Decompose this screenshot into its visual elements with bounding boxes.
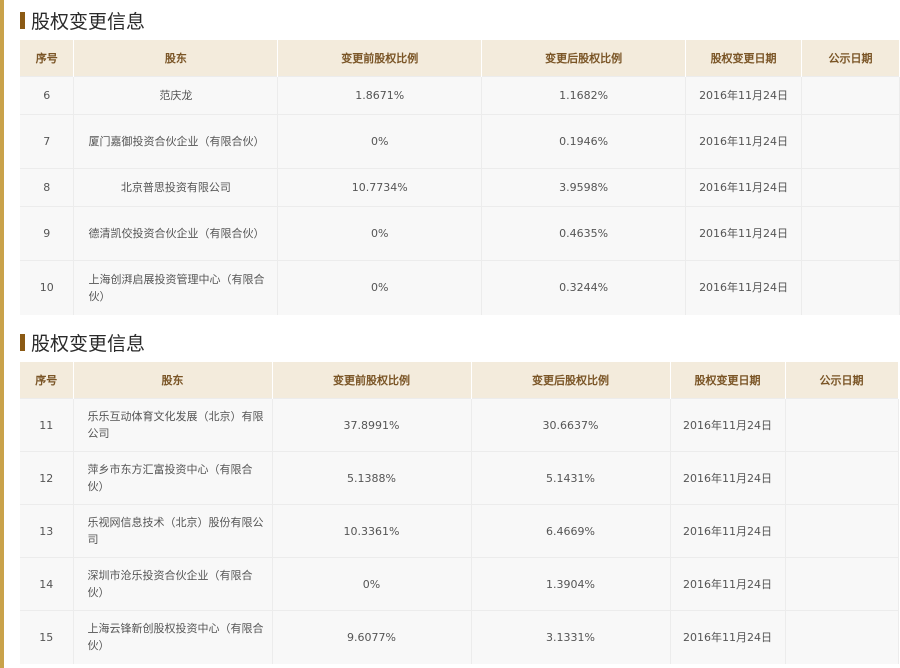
cell-index: 15 [20,610,74,664]
equity-change-table: 序号 股东 变更前股权比例 变更后股权比例 股权变更日期 公示日期 6 范庆龙 … [20,40,900,315]
cell-index: 7 [20,114,75,169]
cell-ratio-before: 0% [277,114,483,169]
cell-shareholder: 上海创湃启展投资管理中心（有限合伙） [73,260,279,315]
col-header-change-date: 股权变更日期 [670,362,786,399]
cell-publish-date [785,610,899,664]
cell-ratio-after: 0.3244% [481,260,687,315]
cell-publish-date [801,168,900,207]
cell-change-date: 2016年11月24日 [685,260,803,315]
col-header-ratio-before: 变更前股权比例 [272,362,472,399]
cell-shareholder: 范庆龙 [73,76,279,115]
cell-ratio-before: 37.8991% [272,398,472,452]
cell-shareholder: 萍乡市东方汇富投资中心（有限合伙） [73,451,273,505]
cell-change-date: 2016年11月24日 [685,168,803,207]
cell-ratio-before: 0% [277,206,483,261]
section-title: 股权变更信息 [20,322,899,362]
cell-publish-date [785,398,899,452]
col-header-index: 序号 [20,40,75,77]
cell-ratio-before: 5.1388% [272,451,472,505]
cell-ratio-after: 1.1682% [481,76,687,115]
col-header-shareholder: 股东 [73,40,279,77]
cell-ratio-before: 0% [272,557,472,611]
table-row: 8 北京普思投资有限公司 10.7734% 3.9598% 2016年11月24… [20,168,900,207]
cell-change-date: 2016年11月24日 [685,206,803,261]
cell-ratio-after: 0.4635% [481,206,687,261]
cell-shareholder: 乐视网信息技术（北京）股份有限公司 [73,504,273,558]
table-row: 15 上海云锋新创股权投资中心（有限合伙） 9.6077% 3.1331% 20… [20,610,899,664]
cell-change-date: 2016年11月24日 [670,557,786,611]
col-header-ratio-after: 变更后股权比例 [481,40,687,77]
section-title-text: 股权变更信息 [31,332,146,355]
cell-index: 11 [20,398,74,452]
table-row: 6 范庆龙 1.8671% 1.1682% 2016年11月24日 [20,76,900,115]
cell-ratio-after: 0.1946% [481,114,687,169]
cell-ratio-before: 0% [277,260,483,315]
table-header-row: 序号 股东 变更前股权比例 变更后股权比例 股权变更日期 公示日期 [20,40,900,77]
cell-ratio-before: 1.8671% [277,76,483,115]
col-header-ratio-before: 变更前股权比例 [277,40,483,77]
cell-index: 14 [20,557,74,611]
table-header-row: 序号 股东 变更前股权比例 变更后股权比例 股权变更日期 公示日期 [20,362,899,399]
table-row: 14 深圳市沧乐投资合伙企业（有限合伙） 0% 1.3904% 2016年11月… [20,557,899,611]
cell-shareholder: 乐乐互动体育文化发展（北京）有限公司 [73,398,273,452]
equity-change-section-2: 股权变更信息 序号 股东 变更前股权比例 变更后股权比例 股权变更日期 公示日期… [20,322,899,664]
cell-index: 8 [20,168,75,207]
cell-ratio-after: 6.4669% [471,504,671,558]
title-marker [20,333,25,351]
cell-ratio-after: 3.1331% [471,610,671,664]
cell-publish-date [801,206,900,261]
cell-publish-date [801,260,900,315]
table-row: 10 上海创湃启展投资管理中心（有限合伙） 0% 0.3244% 2016年11… [20,260,900,315]
cell-index: 12 [20,451,74,505]
cell-index: 6 [20,76,75,115]
cell-change-date: 2016年11月24日 [670,610,786,664]
cell-shareholder: 厦门嘉御投资合伙企业（有限合伙） [73,114,279,169]
left-accent-bar [0,0,4,668]
cell-change-date: 2016年11月24日 [670,398,786,452]
cell-ratio-after: 3.9598% [481,168,687,207]
title-marker [20,11,25,29]
cell-index: 10 [20,260,75,315]
cell-change-date: 2016年11月24日 [685,76,803,115]
cell-ratio-after: 1.3904% [471,557,671,611]
cell-ratio-before: 10.3361% [272,504,472,558]
cell-shareholder: 上海云锋新创股权投资中心（有限合伙） [73,610,273,664]
cell-change-date: 2016年11月24日 [670,451,786,505]
cell-ratio-after: 30.6637% [471,398,671,452]
cell-index: 9 [20,206,75,261]
table-row: 11 乐乐互动体育文化发展（北京）有限公司 37.8991% 30.6637% … [20,398,899,452]
table-row: 7 厦门嘉御投资合伙企业（有限合伙） 0% 0.1946% 2016年11月24… [20,114,900,169]
cell-publish-date [801,114,900,169]
equity-change-section-1: 股权变更信息 序号 股东 变更前股权比例 变更后股权比例 股权变更日期 公示日期… [20,0,900,315]
cell-change-date: 2016年11月24日 [685,114,803,169]
section-title-text: 股权变更信息 [31,10,146,33]
equity-change-table: 序号 股东 变更前股权比例 变更后股权比例 股权变更日期 公示日期 11 乐乐互… [20,362,899,664]
cell-publish-date [785,504,899,558]
cell-index: 13 [20,504,74,558]
col-header-change-date: 股权变更日期 [685,40,803,77]
col-header-publish-date: 公示日期 [785,362,899,399]
cell-shareholder: 深圳市沧乐投资合伙企业（有限合伙） [73,557,273,611]
col-header-shareholder: 股东 [73,362,273,399]
col-header-index: 序号 [20,362,74,399]
cell-ratio-before: 9.6077% [272,610,472,664]
table-row: 13 乐视网信息技术（北京）股份有限公司 10.3361% 6.4669% 20… [20,504,899,558]
cell-shareholder: 北京普思投资有限公司 [73,168,279,207]
section-title: 股权变更信息 [20,0,900,40]
cell-publish-date [785,451,899,505]
cell-change-date: 2016年11月24日 [670,504,786,558]
cell-publish-date [785,557,899,611]
cell-ratio-before: 10.7734% [277,168,483,207]
cell-ratio-after: 5.1431% [471,451,671,505]
table-row: 12 萍乡市东方汇富投资中心（有限合伙） 5.1388% 5.1431% 201… [20,451,899,505]
cell-publish-date [801,76,900,115]
table-row: 9 德清凯佼投资合伙企业（有限合伙） 0% 0.4635% 2016年11月24… [20,206,900,261]
cell-shareholder: 德清凯佼投资合伙企业（有限合伙） [73,206,279,261]
col-header-ratio-after: 变更后股权比例 [471,362,671,399]
col-header-publish-date: 公示日期 [801,40,900,77]
